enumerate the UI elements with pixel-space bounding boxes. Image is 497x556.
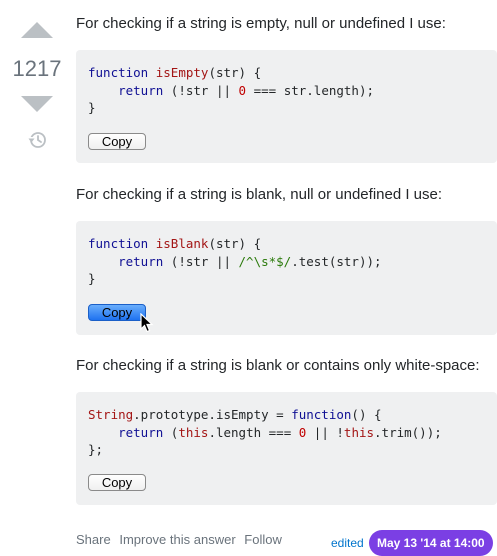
downvote-arrow-icon[interactable] (21, 96, 53, 112)
upvote-arrow-icon[interactable] (21, 22, 53, 38)
edited-link[interactable]: edited (331, 536, 364, 550)
post-menu: Share Improve this answer Follow (76, 532, 287, 547)
share-link[interactable]: Share (76, 532, 111, 547)
code-function-name: isEmpty (155, 65, 209, 80)
code-text: (str) { (208, 236, 262, 251)
answer-paragraph-2: For checking if a string is blank, null … (76, 186, 443, 203)
code-text: .prototype.isEmpty = (133, 407, 292, 422)
code-text: }; (88, 442, 104, 457)
code-text: ( (163, 424, 179, 440)
code-keyword: return (118, 253, 164, 269)
answer-paragraph-1: For checking if a string is empty, null … (76, 15, 446, 32)
code-text: === str.length); (246, 82, 374, 98)
code-text: .test(str)); (291, 253, 382, 269)
code-text: || ! (306, 424, 344, 440)
code-block-3: String.prototype.isEmpty = function() { … (76, 392, 497, 505)
code-text: } (88, 100, 96, 115)
code-keyword: function (88, 65, 149, 80)
code-keyword: function (291, 407, 352, 422)
code-text: (!str || (163, 253, 239, 269)
code-text: .length === (208, 424, 299, 440)
follow-link[interactable]: Follow (244, 532, 282, 547)
code-text: (!str || (163, 82, 239, 98)
mouse-pointer-icon (140, 313, 154, 333)
improve-answer-link[interactable]: Improve this answer (119, 532, 235, 547)
code-block-1: function isEmpty(str) { return (!str || … (76, 50, 497, 163)
code-keyword: return (118, 82, 164, 98)
code-snippet-3: String.prototype.isEmpty = function() { … (88, 406, 442, 459)
code-keyword: return (118, 424, 164, 440)
code-type: String (88, 407, 134, 422)
code-regex: /^\s*$/ (238, 253, 292, 269)
code-this: this (343, 424, 375, 440)
code-function-name: isBlank (155, 236, 209, 251)
copy-button-2[interactable]: Copy (88, 304, 146, 321)
history-icon[interactable] (27, 130, 47, 150)
vote-count: 1217 (12, 56, 62, 81)
answer-paragraph-3: For checking if a string is blank or con… (76, 357, 480, 374)
code-text: (str) { (208, 65, 262, 80)
copy-button-1[interactable]: Copy (88, 133, 146, 150)
code-keyword: function (88, 236, 149, 251)
code-number: 0 (238, 82, 247, 98)
edit-date-badge[interactable]: May 13 '14 at 14:00 (369, 530, 493, 556)
code-text: } (88, 271, 96, 286)
code-this: this (178, 424, 209, 440)
copy-button-3[interactable]: Copy (88, 474, 146, 491)
code-snippet-1: function isEmpty(str) { return (!str || … (88, 64, 374, 117)
code-text: () { (351, 407, 382, 422)
code-text: .trim()); (374, 424, 442, 440)
code-snippet-2: function isBlank(str) { return (!str || … (88, 235, 382, 288)
